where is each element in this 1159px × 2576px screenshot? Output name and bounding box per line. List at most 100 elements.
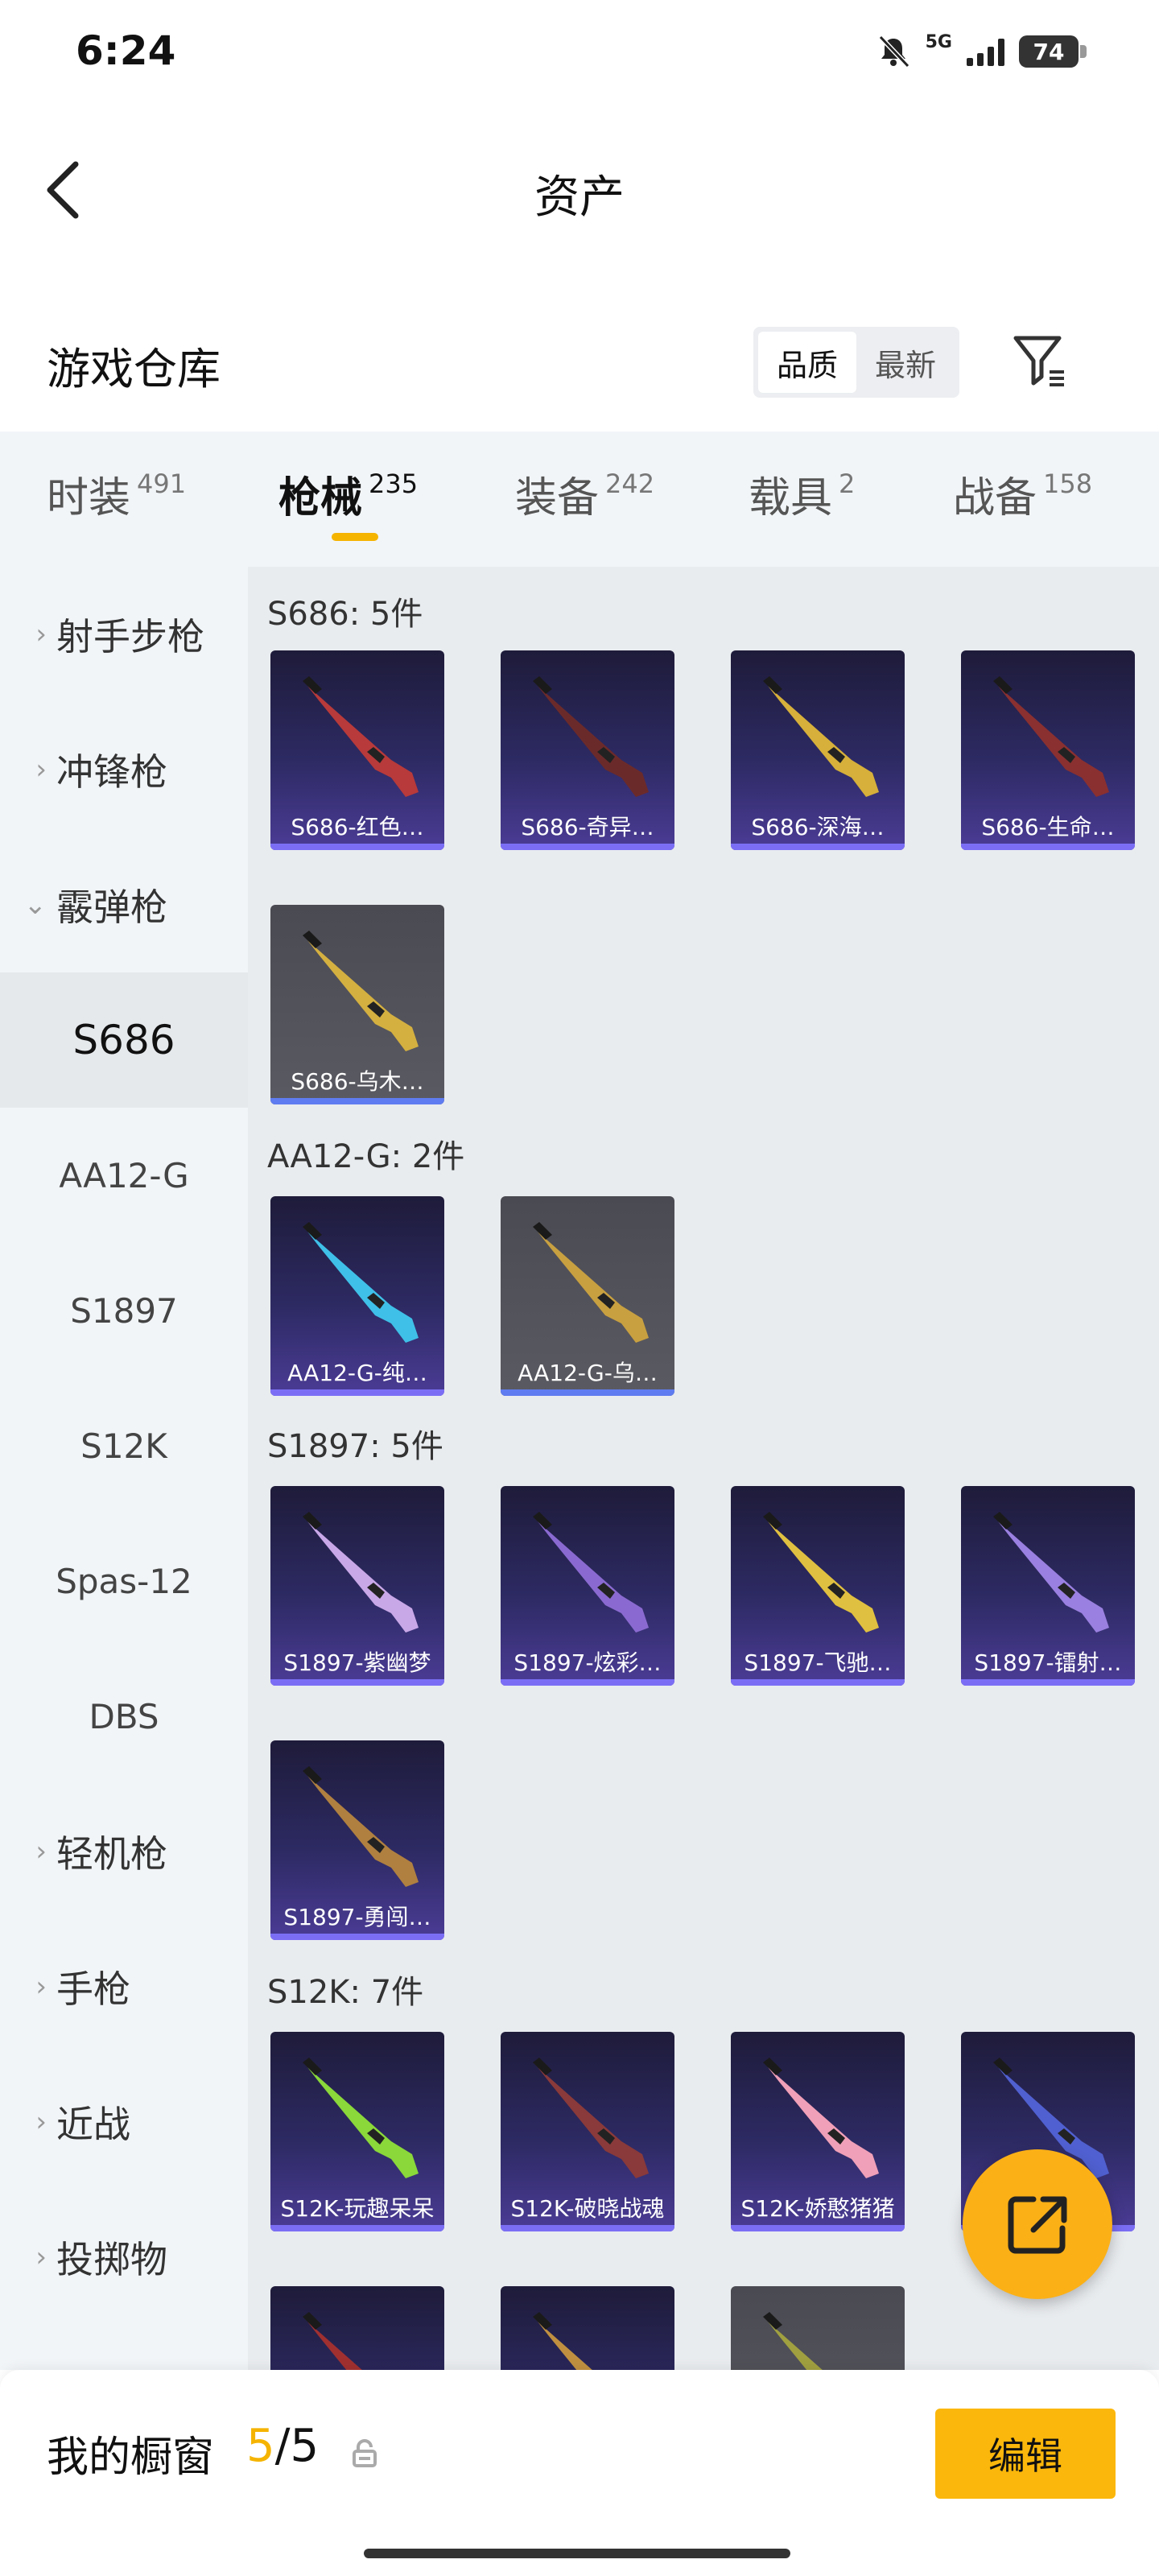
- tab-equipment[interactable]: 装备 242: [515, 464, 654, 528]
- quality-bar: [270, 1098, 444, 1104]
- skin-name: S12K-破晓战魂: [510, 2195, 665, 2222]
- skin-card[interactable]: S1897-镭射…: [961, 1486, 1135, 1686]
- gun-image: [303, 1766, 419, 1887]
- chevron-down-icon: ⌄: [23, 889, 47, 921]
- skin-card[interactable]: S1897-炫彩…: [501, 1486, 674, 1686]
- skin-card[interactable]: S12K-玩趣呆呆: [270, 2032, 444, 2231]
- skin-card[interactable]: S1897-勇闯…: [270, 1740, 444, 1940]
- gun-image: [303, 2058, 419, 2178]
- sidebar-category[interactable]: ⌄ 霰弹枪: [0, 837, 248, 972]
- skin-card[interactable]: S686-乌木…: [270, 905, 444, 1104]
- sidebar-item-label: AA12-G: [59, 1155, 189, 1195]
- edit-button[interactable]: 编辑: [935, 2409, 1116, 2499]
- showcase-label: 我的橱窗: [47, 2434, 215, 2482]
- gun-image: [763, 2058, 879, 2178]
- filter-icon[interactable]: [1011, 332, 1069, 390]
- skin-card[interactable]: S686-生命…: [961, 650, 1135, 850]
- chevron-right-icon: ›: [35, 753, 47, 786]
- skin-card[interactable]: S686-红色…: [270, 650, 444, 850]
- status-icons: 5G 74: [876, 29, 1087, 74]
- skin-name: S1897-炫彩…: [514, 1649, 662, 1676]
- gun-image: [303, 1512, 419, 1633]
- skin-card[interactable]: S1897-紫幽梦: [270, 1486, 444, 1686]
- quality-bar: [270, 1389, 444, 1396]
- sidebar-item-label: S12K: [80, 1426, 167, 1466]
- skin-card[interactable]: S12K-娇憨猪猪: [731, 2032, 905, 2231]
- skin-card[interactable]: S686-奇异…: [501, 650, 674, 850]
- sidebar-category[interactable]: › 轻机枪: [0, 1784, 248, 1919]
- sidebar-sub-item[interactable]: S12K: [0, 1378, 248, 1513]
- skin-name: S686-深海…: [751, 814, 885, 840]
- quality-bar: [731, 1679, 905, 1686]
- skin-name: S1897-紫幽梦: [283, 1649, 431, 1676]
- quality-bar: [270, 844, 444, 850]
- sidebar-sub-item[interactable]: S686: [0, 972, 248, 1108]
- sidebar-category[interactable]: › 手枪: [0, 1919, 248, 2054]
- group-title: AA12-G: 2件: [267, 1138, 465, 1175]
- sidebar-sub-item[interactable]: AA12-G: [0, 1108, 248, 1243]
- gun-image: [533, 676, 649, 797]
- quality-bar: [501, 1679, 674, 1686]
- lock-icon: [353, 2439, 377, 2467]
- skin-name: S686-红色…: [291, 814, 424, 840]
- tab-count: 2: [839, 469, 856, 499]
- skin-name: AA12-G-乌…: [518, 1360, 658, 1386]
- sidebar-item-label: 射手步枪: [56, 615, 204, 658]
- quality-bar: [270, 1934, 444, 1940]
- sidebar-item-label: 投掷物: [56, 2238, 167, 2281]
- sidebar-category[interactable]: › 射手步枪: [0, 567, 248, 702]
- home-indicator[interactable]: [364, 2549, 790, 2558]
- tab-label: 载具: [749, 474, 833, 522]
- skin-card[interactable]: S12K-破晓战魂: [501, 2032, 674, 2231]
- tab-count: 235: [369, 469, 419, 499]
- tab-guns[interactable]: 枪械 235: [278, 464, 418, 528]
- group-title: S686: 5件: [267, 596, 423, 633]
- gun-image: [533, 2058, 649, 2178]
- sidebar-item-label: Spas-12: [56, 1561, 192, 1601]
- share-icon: [1008, 2196, 1067, 2254]
- chevron-right-icon: ›: [35, 2241, 47, 2273]
- tab-supplies[interactable]: 战备 158: [953, 464, 1092, 528]
- sidebar-category[interactable]: › 冲锋枪: [0, 702, 248, 837]
- skin-name: S686-奇异…: [521, 814, 654, 840]
- skin-card[interactable]: AA12-G-纯…: [270, 1196, 444, 1396]
- chevron-right-icon: ›: [35, 1971, 47, 2003]
- status-time: 6:24: [76, 27, 176, 74]
- skin-card[interactable]: S686-深海…: [731, 650, 905, 850]
- skin-name: S1897-勇闯…: [283, 1904, 431, 1930]
- quality-bar: [270, 2225, 444, 2231]
- sidebar-item-label: DBS: [89, 1696, 159, 1736]
- gun-image: [533, 1512, 649, 1633]
- warehouse-title: 游戏仓库: [47, 344, 221, 394]
- share-button[interactable]: [963, 2149, 1112, 2299]
- sidebar-category[interactable]: › 近战: [0, 2054, 248, 2190]
- signal-icon: [967, 37, 1004, 66]
- sort-quality-button[interactable]: 品质: [758, 332, 856, 393]
- page-title: 资产: [534, 171, 625, 224]
- sidebar-sub-item[interactable]: DBS: [0, 1649, 248, 1784]
- mute-bell-icon: [878, 35, 909, 68]
- skin-card[interactable]: S1897-飞驰…: [731, 1486, 905, 1686]
- sidebar-sub-item[interactable]: S1897: [0, 1243, 248, 1378]
- gun-image: [763, 1512, 879, 1633]
- tab-label: 枪械: [278, 474, 363, 522]
- tab-label: 战备: [953, 474, 1037, 522]
- tab-fashion[interactable]: 时装 491: [47, 464, 186, 528]
- tab-vehicles[interactable]: 载具 2: [749, 464, 855, 528]
- network-type: 5G: [925, 31, 952, 52]
- group-title: S1897: 5件: [267, 1428, 443, 1465]
- quality-bar: [731, 2225, 905, 2231]
- tab-count: 491: [137, 469, 187, 499]
- sidebar-sub-item[interactable]: Spas-12: [0, 1513, 248, 1649]
- sidebar-item-label: S1897: [70, 1290, 178, 1331]
- sort-latest-button[interactable]: 最新: [856, 332, 955, 393]
- skin-name: S12K-娇憨猪猪: [740, 2195, 895, 2222]
- skin-name: S686-生命…: [981, 814, 1115, 840]
- sidebar-category[interactable]: › 投掷物: [0, 2190, 248, 2325]
- quality-bar: [961, 1679, 1135, 1686]
- chevron-right-icon: ›: [35, 618, 47, 650]
- skin-card[interactable]: AA12-G-乌…: [501, 1196, 674, 1396]
- sidebar-item-label: 霰弹枪: [56, 886, 167, 929]
- tab-label: 装备: [515, 474, 600, 522]
- skin-name: S1897-飞驰…: [744, 1649, 892, 1676]
